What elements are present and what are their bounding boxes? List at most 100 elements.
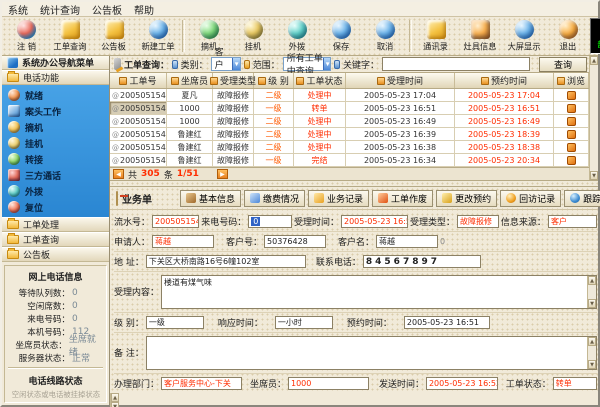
- toolbar-icon: [515, 20, 534, 39]
- table-column-header[interactable]: 受理时间: [346, 73, 455, 88]
- scroll-up-icon[interactable]: [590, 56, 598, 65]
- toolbar-button[interactable]: 通讯录: [414, 18, 458, 54]
- sidebar-phone-item[interactable]: 复位: [2, 199, 109, 215]
- form-row-6: 备 注：: [114, 333, 597, 374]
- scope-select[interactable]: 所有工单中查询: [283, 57, 332, 71]
- sidebar-section[interactable]: 公告板: [2, 247, 109, 262]
- applicant-field[interactable]: 蒋越: [152, 235, 214, 248]
- phone-field[interactable]: 84567897: [363, 255, 481, 268]
- textarea-scrollbar[interactable]: [587, 276, 596, 308]
- search-button[interactable]: 查询: [539, 57, 587, 72]
- table-column-header[interactable]: 工单号: [110, 73, 167, 88]
- customer-name-field[interactable]: 蒋越: [376, 235, 438, 248]
- browse-icon[interactable]: [567, 130, 576, 139]
- browse-icon[interactable]: [567, 91, 576, 100]
- sidebar-phone-item[interactable]: 案头工作: [2, 103, 109, 119]
- sidebar-phone-item[interactable]: 挂机: [2, 135, 109, 151]
- content-textarea[interactable]: 楼道有煤气味: [161, 275, 597, 309]
- source-field[interactable]: 客户: [548, 215, 597, 228]
- prev-page-button[interactable]: [113, 169, 124, 179]
- textarea-scrollbar[interactable]: [587, 337, 596, 369]
- category-select[interactable]: 客户名: [211, 57, 242, 71]
- keyword-input[interactable]: [382, 57, 530, 71]
- appoint-field[interactable]: 2005-05-23 16:51: [404, 316, 490, 329]
- toolbar-button[interactable]: 新建工单: [136, 18, 180, 54]
- scroll-down-icon[interactable]: [588, 299, 596, 308]
- flow-field[interactable]: 2005051546: [152, 215, 199, 228]
- table-column-header[interactable]: 受理类型: [213, 73, 254, 88]
- detail-tab-button[interactable]: 业务记录: [308, 190, 369, 207]
- sidebar-section[interactable]: 工单处理: [2, 217, 109, 232]
- chevron-down-icon[interactable]: [232, 58, 240, 70]
- phone-info-panel: 网上电话信息 等待队列数： 0 空闲席数： 0 来电号码： 0 本机号码： 11…: [4, 265, 107, 403]
- scroll-up-icon[interactable]: [588, 276, 596, 285]
- table-row[interactable]: 2005051546 1000 故障报修 一级 转单 2005-05-23 16…: [110, 102, 589, 115]
- toolbar-button[interactable]: 注 销: [4, 18, 48, 54]
- toolbar-button[interactable]: 挂机: [231, 18, 275, 54]
- detail-tab-button[interactable]: 缴费情况: [244, 190, 305, 207]
- accept-type-field[interactable]: 故障报修: [457, 215, 499, 228]
- table-row[interactable]: 2005051542 鲁建红 故障报修 二级 处理中 2005-05-23 16…: [110, 141, 589, 154]
- dept-field[interactable]: 客户服务中心-下关: [161, 377, 242, 390]
- address-field[interactable]: 下关区大桥南路16号6幢102室: [146, 255, 306, 268]
- sidebar-section-phone[interactable]: 电话功能: [2, 70, 109, 85]
- table-row[interactable]: 2005051541 鲁建红 故障报修 一级 完结 2005-05-23 16:…: [110, 154, 589, 167]
- toolbar-button[interactable]: 取消: [363, 18, 407, 54]
- agent-field[interactable]: 1000: [288, 377, 369, 390]
- chevron-down-icon[interactable]: [323, 58, 330, 70]
- sidebar-section[interactable]: 工单查询: [2, 232, 109, 247]
- level-field[interactable]: 一级: [146, 316, 204, 329]
- response-field[interactable]: 一小时: [275, 316, 333, 329]
- toolbar-button[interactable]: 保存: [319, 18, 363, 54]
- table-column-header[interactable]: 预约时间: [455, 73, 554, 88]
- menu-item[interactable]: 公告板: [92, 2, 122, 17]
- scroll-up-icon[interactable]: [111, 393, 119, 402]
- next-page-button[interactable]: [217, 169, 228, 179]
- detail-tab-buttons: 基本信息 缴费情况 业务记录 工单作废 更改预约 回访记录 跟踪记录 处理日志: [180, 190, 600, 207]
- toolbar-button[interactable]: 公告板: [92, 18, 136, 54]
- sidebar-phone-item[interactable]: 就绪: [2, 87, 109, 103]
- toolbar-button[interactable]: 灶具信息: [458, 18, 502, 54]
- browse-icon[interactable]: [567, 104, 576, 113]
- remark-textarea[interactable]: [146, 336, 597, 370]
- scroll-up-icon[interactable]: [588, 337, 596, 346]
- table-column-header[interactable]: 浏览: [554, 73, 589, 88]
- detail-tab-button[interactable]: 更改预约: [436, 190, 497, 207]
- toolbar-button[interactable]: 工单查询: [48, 18, 92, 54]
- menu-item[interactable]: 系统: [8, 2, 28, 17]
- splitter[interactable]: [110, 180, 598, 187]
- browse-icon[interactable]: [567, 156, 576, 165]
- table-column-header[interactable]: 工单状态: [294, 73, 346, 88]
- sidebar-phone-item[interactable]: 外拨: [2, 183, 109, 199]
- toolbar-button[interactable]: 大屏显示: [502, 18, 546, 54]
- table-column-header[interactable]: 坐席员: [167, 73, 213, 88]
- menu-item[interactable]: 帮助: [134, 2, 154, 17]
- detail-tab-button[interactable]: 工单作废: [372, 190, 433, 207]
- column-header-label: 坐席员: [181, 74, 208, 87]
- scroll-down-icon[interactable]: [590, 171, 598, 180]
- table-column-header[interactable]: 级 别: [254, 73, 294, 88]
- accept-time-field[interactable]: 2005-05-23 16:51: [341, 215, 408, 228]
- status-field[interactable]: 转单: [553, 377, 597, 390]
- scroll-down-icon[interactable]: [111, 402, 119, 407]
- detail-scrollbar[interactable]: [110, 393, 119, 407]
- toolbar-button[interactable]: 外拨: [275, 18, 319, 54]
- table-row[interactable]: 2005051543 鲁建红 故障报修 二级 处理中 2005-05-23 16…: [110, 128, 589, 141]
- table-scrollbar[interactable]: [589, 56, 598, 180]
- sidebar-phone-item[interactable]: 三方通话: [2, 167, 109, 183]
- detail-tab-button[interactable]: 跟踪记录: [564, 190, 600, 207]
- send-time-field[interactable]: 2005-05-23 16:52: [426, 377, 498, 390]
- caller-field[interactable]: 0: [248, 215, 292, 228]
- detail-tab-button[interactable]: 基本信息: [180, 190, 241, 207]
- table-row[interactable]: 2005051547 夏凡 故障报修 二级 处理中 2005-05-23 17:…: [110, 89, 589, 102]
- detail-tab-button[interactable]: 回访记录: [500, 190, 561, 207]
- scroll-down-icon[interactable]: [588, 360, 596, 369]
- toolbar-button[interactable]: 退出: [546, 18, 590, 54]
- sidebar-phone-item[interactable]: 转接: [2, 151, 109, 167]
- table-row[interactable]: 2005051545 1000 故障报修 二级 处理中 2005-05-23 1…: [110, 115, 589, 128]
- menu-item[interactable]: 统计查询: [40, 2, 80, 17]
- browse-icon[interactable]: [567, 117, 576, 126]
- sidebar-phone-item[interactable]: 摘机: [2, 119, 109, 135]
- browse-icon[interactable]: [567, 143, 576, 152]
- customer-no-field[interactable]: 50376428: [264, 235, 326, 248]
